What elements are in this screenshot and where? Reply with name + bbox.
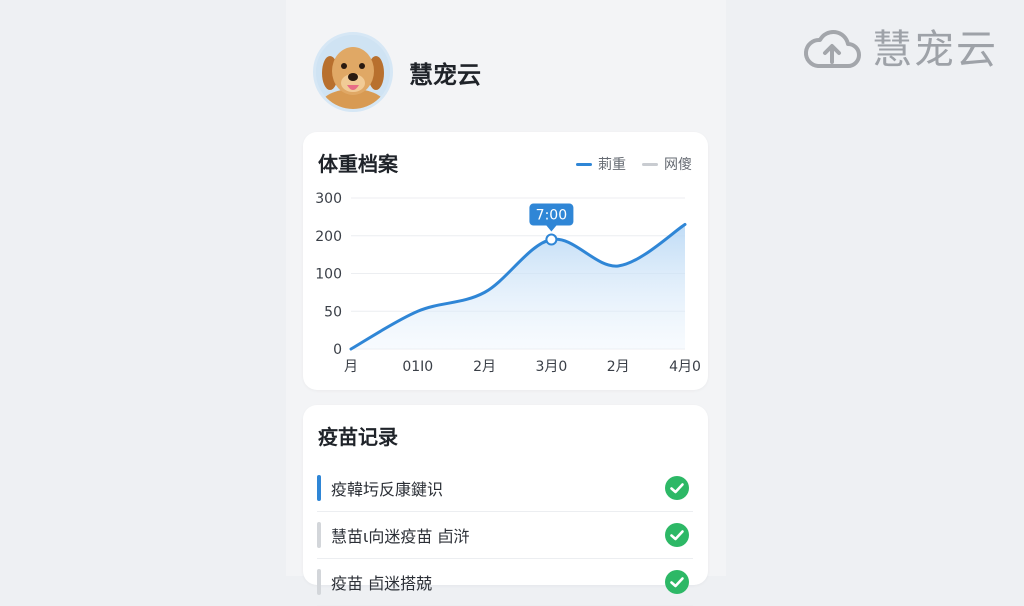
y-tick-label: 300 xyxy=(315,191,342,207)
x-tick-label: 01I0 xyxy=(402,359,433,375)
x-tick-label: 月 xyxy=(344,359,358,375)
vaccine-label: 疫苗 卣迷搭兢 xyxy=(331,574,433,593)
vaccine-card: 疫苗记录 疫韓圬反康鍵识 慧苗ι向迷疫苗 卣浒 疫苗 卣迷搭兢 xyxy=(303,405,708,606)
pet-name: 慧宠云 xyxy=(409,60,481,89)
weight-card: 体重档案 莿重 网傻 0 50 100 200 300 月 01I0 2月 3月0 2月 4月0 7:… xyxy=(303,132,708,390)
vaccine-label: 疫韓圬反康鍵识 xyxy=(331,480,444,499)
vaccine-label: 慧苗ι向迷疫苗 卣浒 xyxy=(331,527,470,546)
y-tick-label: 50 xyxy=(324,304,342,320)
vaccine-indicator xyxy=(317,475,321,501)
check-circle-icon xyxy=(665,570,689,594)
vaccine-title: 疫苗记录 xyxy=(318,425,398,449)
x-tick-label: 4月0 xyxy=(669,359,701,375)
weight-area xyxy=(351,224,685,349)
pet-avatar[interactable] xyxy=(313,32,393,112)
vaccine-indicator xyxy=(317,522,321,548)
pet-profile[interactable]: 慧宠云 xyxy=(313,32,481,112)
weight-chart[interactable]: 0 50 100 200 300 月 01I0 2月 3月0 2月 4月0 7:00 xyxy=(303,132,708,390)
data-point-marker xyxy=(545,233,558,246)
vaccine-list: 疫韓圬反康鍵识 慧苗ι向迷疫苗 卣浒 疫苗 卣迷搭兢 xyxy=(317,465,693,606)
x-tick-label: 2月 xyxy=(473,359,496,375)
brand-name: 慧宠云 xyxy=(872,27,998,73)
x-tick-label: 3月0 xyxy=(535,359,567,375)
tooltip-label: 7:00 xyxy=(536,208,567,224)
y-tick-label: 200 xyxy=(315,229,342,245)
brand-logo: 慧宠云 xyxy=(802,26,998,74)
vaccine-item[interactable]: 疫韓圬反康鍵识 xyxy=(317,465,693,512)
x-tick-label: 2月 xyxy=(607,359,630,375)
y-tick-label: 100 xyxy=(315,267,342,283)
check-circle-icon xyxy=(665,476,689,500)
vaccine-item[interactable]: 慧苗ι向迷疫苗 卣浒 xyxy=(317,512,693,559)
y-tick-label: 0 xyxy=(333,342,342,358)
check-circle-icon xyxy=(665,523,689,547)
tooltip-pointer xyxy=(546,225,557,232)
vaccine-indicator xyxy=(317,569,321,595)
vaccine-item[interactable]: 疫苗 卣迷搭兢 xyxy=(317,559,693,606)
dog-avatar-image xyxy=(316,35,390,109)
cloud-upload-icon xyxy=(804,29,861,68)
